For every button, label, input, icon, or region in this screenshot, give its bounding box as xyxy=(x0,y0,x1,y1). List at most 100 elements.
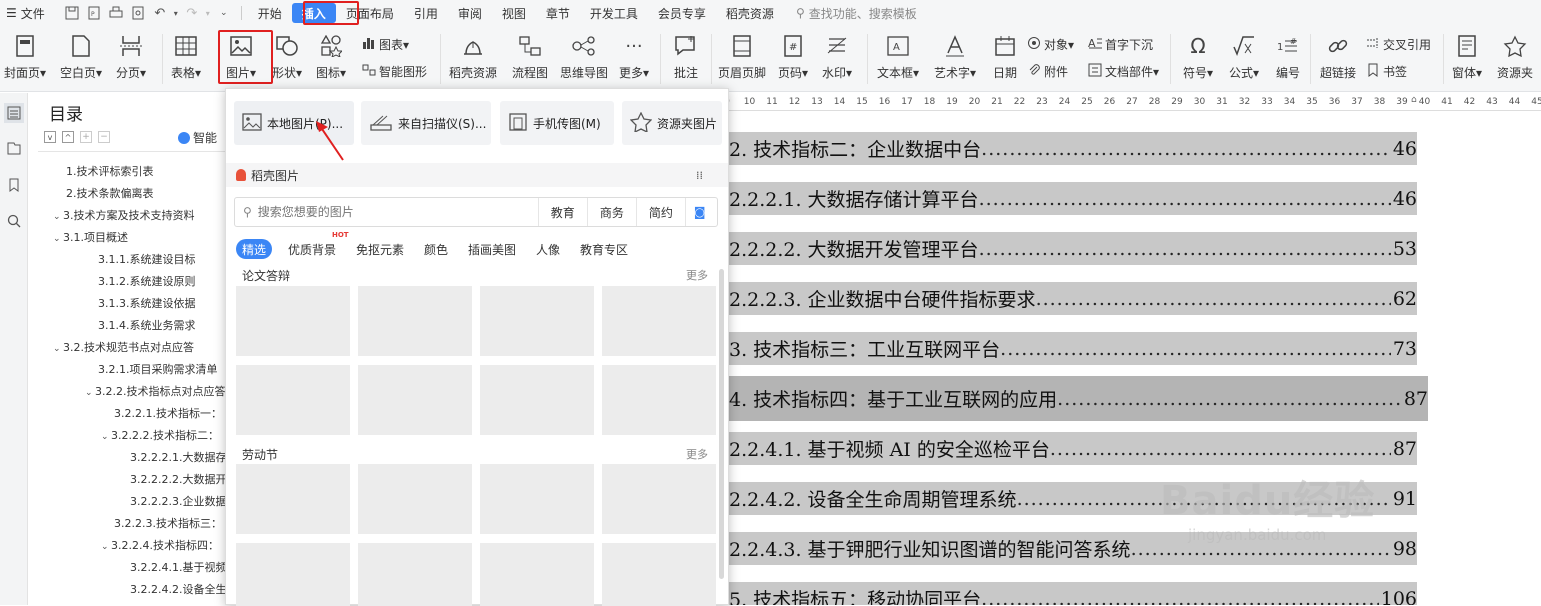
section-nav-icon[interactable] xyxy=(4,138,24,158)
form-button[interactable]: 窗体▾ xyxy=(1452,32,1482,81)
tab-docer[interactable]: 稻壳资源 xyxy=(716,3,784,23)
drop-cap-button[interactable]: A 首字下沉 xyxy=(1088,36,1153,53)
more-button[interactable]: ··· 更多▾ xyxy=(619,32,649,81)
toc-item[interactable]: 3.1.3.系统建设依据 xyxy=(98,295,196,311)
file-menu[interactable]: ☰ 文件 xyxy=(0,0,51,26)
smart-toc-button[interactable]: 智能 xyxy=(178,129,217,146)
smart-graphic-button[interactable]: 智能图形 xyxy=(362,63,427,80)
doc-toc-line[interactable]: 2.2.2.3. 企业数据中台硬件指标要求...................… xyxy=(729,282,1417,315)
watermark-button[interactable]: 水印▾ xyxy=(822,32,852,81)
toc-item[interactable]: 3.2.2.2.3.企业数据 xyxy=(130,493,225,509)
toc-item[interactable]: ⌄ 3.技术方案及技术支持资料 xyxy=(53,207,195,223)
picture-thumbnail[interactable] xyxy=(480,286,594,356)
collapse-all-icon[interactable]: v xyxy=(44,131,56,143)
toc-item[interactable]: 3.2.2.4.1.基于视频 xyxy=(130,559,225,575)
camera-search-icon[interactable]: ◙ xyxy=(684,198,714,226)
symbol-button[interactable]: Ω 符号▾ xyxy=(1183,32,1213,81)
formula-button[interactable]: 公式▾ xyxy=(1229,32,1259,81)
resource-folder-button[interactable]: 资源夹 xyxy=(1497,32,1533,81)
redo-icon[interactable]: ↷ xyxy=(181,0,203,26)
picture-thumbnail[interactable] xyxy=(602,464,716,534)
mindmap-button[interactable]: 思维导图 xyxy=(560,32,608,81)
chip-simple[interactable]: 简约 xyxy=(635,198,685,226)
expand-caret-icon[interactable]: ⌄ xyxy=(101,432,111,442)
picture-thumbnail[interactable] xyxy=(236,464,350,534)
more-link[interactable]: 更多 xyxy=(686,267,708,283)
doc-toc-line[interactable]: 4. 技术指标四：基于工业互联网的应用.....................… xyxy=(729,376,1428,421)
picture-thumbnail[interactable] xyxy=(480,464,594,534)
toc-nav-icon[interactable] xyxy=(4,103,24,123)
hyperlink-button[interactable]: 超链接 xyxy=(1320,32,1356,81)
header-footer-button[interactable]: 页眉页脚 xyxy=(718,32,766,81)
picture-thumbnail[interactable] xyxy=(480,365,594,435)
date-button[interactable]: 日期 xyxy=(991,32,1019,81)
doc-toc-line[interactable]: 2. 技术指标二：企业数据中台.........................… xyxy=(729,132,1417,165)
wordart-button[interactable]: 艺术字▾ xyxy=(934,32,976,81)
phone-transfer-button[interactable]: 手机传图(M) xyxy=(500,101,614,145)
attachment-button[interactable]: 附件 xyxy=(1027,63,1068,80)
toc-item[interactable]: 3.1.1.系统建设目标 xyxy=(98,251,196,267)
search-nav-icon[interactable] xyxy=(4,211,24,231)
numbering-button[interactable]: 1 # 编号 xyxy=(1274,32,1302,81)
redo-dropdown-icon[interactable]: ▾ xyxy=(203,0,213,26)
panel-scrollbar[interactable] xyxy=(719,269,724,579)
resource-picture-button[interactable]: 资源夹图片 xyxy=(622,101,722,145)
toc-item[interactable]: 3.1.4.系统业务需求 xyxy=(98,317,196,333)
picture-thumbnail[interactable] xyxy=(480,543,594,606)
category-education[interactable]: 教育专区 xyxy=(580,239,628,259)
toc-item[interactable]: 3.2.2.2.2.大数据开 xyxy=(130,471,225,487)
undo-dropdown-icon[interactable]: ▾ xyxy=(171,0,181,26)
picture-thumbnail[interactable] xyxy=(358,464,472,534)
tab-references[interactable]: 引用 xyxy=(404,3,448,23)
picture-thumbnail[interactable] xyxy=(602,286,716,356)
print-preview-icon[interactable] xyxy=(127,0,149,26)
print-icon[interactable] xyxy=(105,0,127,26)
bookmark-button[interactable]: 书签 xyxy=(1366,63,1407,80)
chip-education[interactable]: 教育 xyxy=(537,198,587,226)
remove-heading-icon[interactable]: − xyxy=(98,131,110,143)
category-cutout[interactable]: 免抠元素 xyxy=(356,239,404,259)
ruler-indent-marker[interactable]: ⌂ xyxy=(1411,95,1417,105)
picture-thumbnail[interactable] xyxy=(358,543,472,606)
export-pdf-icon[interactable]: P xyxy=(83,0,105,26)
picture-thumbnail[interactable] xyxy=(602,543,716,606)
tab-view[interactable]: 视图 xyxy=(492,3,536,23)
blank-page-button[interactable]: 空白页▾ xyxy=(60,32,102,81)
expand-caret-icon[interactable]: ⌄ xyxy=(53,344,63,354)
doc-toc-line[interactable]: 2.2.2.2. 大数据开发管理平台......................… xyxy=(729,232,1417,265)
table-button[interactable]: 表格▾ xyxy=(171,32,201,81)
picture-search-input[interactable] xyxy=(257,205,538,219)
tab-developer[interactable]: 开发工具 xyxy=(580,3,648,23)
toc-item[interactable]: 3.1.2.系统建设原则 xyxy=(98,273,196,289)
scanner-button[interactable]: 来自扫描仪(S)... xyxy=(361,101,491,145)
tab-section[interactable]: 章节 xyxy=(536,3,580,23)
doc-parts-button[interactable]: 文档部件 ▾ xyxy=(1088,63,1159,80)
category-portraits[interactable]: 人像 xyxy=(536,239,560,259)
docer-resource-button[interactable]: 稻壳资源 xyxy=(449,32,497,81)
tab-member[interactable]: 会员专享 xyxy=(648,3,716,23)
chart-button[interactable]: 图表 ▾ xyxy=(362,36,409,53)
feature-search[interactable]: ⚲ 查找功能、搜索模板 xyxy=(790,0,923,26)
toc-item[interactable]: 3.2.2.1.技术指标一： xyxy=(114,405,222,421)
toc-item[interactable]: 3.2.2.3.技术指标三： xyxy=(114,515,222,531)
toc-item[interactable]: 3.2.1.项目采购需求清单 xyxy=(98,361,218,377)
category-backgrounds[interactable]: 优质背景 xyxy=(288,239,336,259)
category-illustrations[interactable]: 插画美图 xyxy=(468,239,516,259)
picture-thumbnail[interactable] xyxy=(236,286,350,356)
tab-review[interactable]: 审阅 xyxy=(448,3,492,23)
toc-item[interactable]: ⌄ 3.2.2.2.技术指标二： xyxy=(101,427,219,443)
picture-thumbnail[interactable] xyxy=(358,365,472,435)
expand-caret-icon[interactable]: ⌄ xyxy=(101,542,111,552)
picture-thumbnail[interactable] xyxy=(602,365,716,435)
doc-toc-line[interactable]: 2.2.2.1. 大数据存储计算平台......................… xyxy=(729,182,1417,215)
toc-item[interactable]: ⌄ 3.2.2.技术指标点对点应答 xyxy=(85,383,225,399)
picture-thumbnail[interactable] xyxy=(236,543,350,606)
page-break-button[interactable]: 分页▾ xyxy=(116,32,146,81)
tab-home[interactable]: 开始 xyxy=(248,3,292,23)
expand-caret-icon[interactable]: ⌄ xyxy=(85,388,95,398)
icons-button[interactable]: 图标▾ xyxy=(316,32,346,81)
cross-reference-button[interactable]: 交叉引用 xyxy=(1366,36,1431,53)
toc-item[interactable]: ⌄ 3.1.项目概述 xyxy=(53,229,128,245)
picture-thumbnail[interactable] xyxy=(358,286,472,356)
textbox-button[interactable]: A 文本框▾ xyxy=(877,32,919,81)
